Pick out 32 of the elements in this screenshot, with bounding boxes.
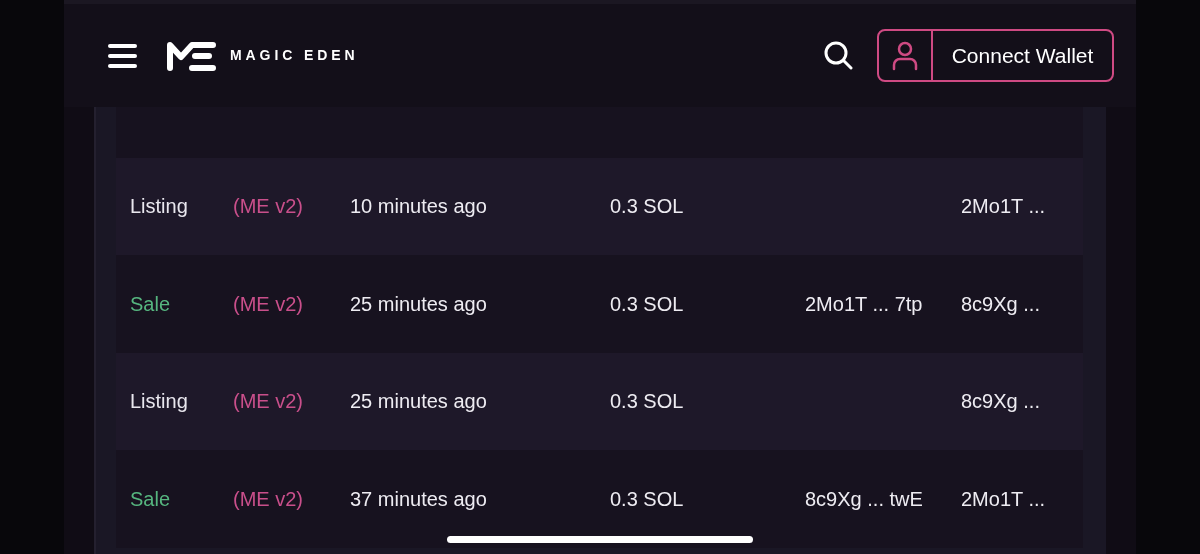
time-text: 25 minutes ago bbox=[350, 292, 487, 315]
logo-icon[interactable] bbox=[167, 40, 217, 71]
connect-wallet-button[interactable]: Connect Wallet bbox=[877, 29, 1114, 82]
marketplace-label: (ME v2) bbox=[233, 390, 303, 413]
price-text: 0.3 SOL bbox=[610, 487, 684, 510]
seller-address: 2Mo1T ... bbox=[961, 195, 1046, 218]
marketplace-label: (ME v2) bbox=[233, 487, 303, 510]
price-text: 0.3 SOL bbox=[610, 195, 684, 218]
price-text: 0.3 SOL bbox=[610, 390, 684, 413]
event-type: Listing bbox=[130, 195, 188, 218]
menu-icon[interactable] bbox=[108, 42, 137, 69]
buyer-address: 2Mo1T ... 7tp bbox=[805, 292, 923, 315]
marketplace-label: (ME v2) bbox=[233, 195, 303, 218]
event-type: Listing bbox=[130, 390, 188, 413]
event-type: Sale bbox=[130, 292, 171, 315]
marketplace-label: (ME v2) bbox=[233, 292, 303, 315]
user-icon bbox=[892, 40, 918, 71]
activity-row[interactable]: Sale (ME v2) 25 minutes ago 0.3 SOL 2Mo1T ... 7tp 8c9Xg ... bbox=[116, 255, 1083, 353]
search-icon[interactable] bbox=[824, 41, 853, 70]
seller-address: 8c9Xg ... bbox=[961, 292, 1040, 315]
activity-row[interactable]: Listing (ME v2) 10 minutes ago 0.3 SOL 2Mo1T ... bbox=[116, 157, 1083, 255]
price-text: 0.3 SOL bbox=[610, 292, 684, 315]
activity-row[interactable]: Listing (ME v2) 25 minutes ago 0.3 SOL 8c9Xg ... bbox=[116, 352, 1083, 450]
activity-row[interactable]: Sale (ME v2) 37 minutes ago 0.3 SOL 8c9Xg ... twE 2Mo1T ... bbox=[116, 450, 1083, 548]
event-type: Sale bbox=[130, 487, 171, 510]
brand-name[interactable]: MAGIC EDEN bbox=[230, 45, 359, 66]
time-text: 37 minutes ago bbox=[350, 487, 487, 510]
buyer-address: 8c9Xg ... twE bbox=[805, 487, 923, 510]
seller-address: 8c9Xg ... bbox=[961, 390, 1040, 413]
seller-address: 2Mo1T ... bbox=[961, 487, 1046, 510]
time-text: 10 minutes ago bbox=[350, 195, 487, 218]
time-text: 25 minutes ago bbox=[350, 390, 487, 413]
